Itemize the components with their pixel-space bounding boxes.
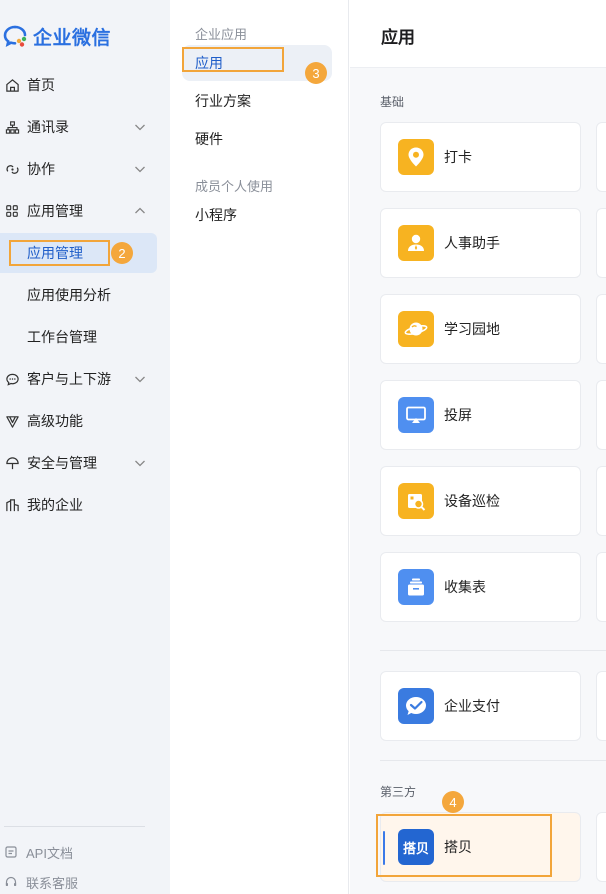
midnav-item-label: 小程序	[195, 207, 237, 223]
collab-icon	[4, 161, 20, 177]
midnav-item-mini-programs[interactable]: 小程序	[182, 197, 332, 233]
app-card-learning-garden[interactable]: 学习园地	[380, 294, 581, 364]
app-card-peek[interactable]	[596, 671, 606, 741]
sidebar-item-label: 高级功能	[27, 413, 83, 429]
secondary-nav: 企业应用 应用 行业方案 硬件 成员个人使用 小程序 3	[170, 0, 349, 894]
umbrella-icon	[4, 455, 20, 471]
device-inspect-icon	[398, 483, 434, 519]
annotation-badge-3: 3	[305, 62, 327, 84]
midnav-group-enterprise-apps: 企业应用	[195, 27, 248, 42]
sidebar-item-contacts[interactable]: 通讯录	[0, 107, 157, 147]
footer-label: 联系客服	[26, 875, 79, 891]
apps-grid-icon	[4, 203, 20, 219]
sidebar-item-security[interactable]: 安全与管理	[0, 443, 157, 483]
sidebar-footer-contact-support[interactable]: 联系客服	[0, 870, 78, 894]
app-card-enterprise-pay[interactable]: 企业支付	[380, 671, 581, 741]
app-name: 企业支付	[444, 698, 500, 714]
chevron-down-icon[interactable]	[133, 162, 147, 176]
app-name: 设备巡检	[444, 493, 500, 509]
logo[interactable]: 企业微信	[2, 22, 111, 50]
sidebar-item-label: 协作	[27, 161, 55, 177]
app-card-device-inspection[interactable]: 设备巡检	[380, 466, 581, 536]
org-chart-icon	[4, 119, 20, 135]
headset-icon	[5, 876, 17, 886]
sidebar-item-label: 应用管理	[27, 203, 83, 219]
sidebar-subitem-workbench-management[interactable]: 工作台管理	[0, 317, 157, 357]
sidebar-item-label: 客户与上下游	[27, 371, 111, 387]
app-card-peek[interactable]	[596, 812, 606, 882]
app-card-hr-assistant[interactable]: 人事助手	[380, 208, 581, 278]
app-card-checkin[interactable]: 打卡	[380, 122, 581, 192]
form-stack-icon	[398, 569, 434, 605]
sidebar-item-label: 工作台管理	[27, 329, 97, 345]
midnav-item-hardware[interactable]: 硬件	[182, 121, 332, 157]
building-icon	[4, 497, 20, 513]
planet-icon	[398, 311, 434, 347]
wecom-logo-icon	[3, 25, 27, 47]
app-card-screen-cast[interactable]: 投屏	[380, 380, 581, 450]
app-card-collection-form[interactable]: 收集表	[380, 552, 581, 622]
sidebar: 企业微信 首页 通讯录 协作 应用管理 应用管理 应用使用分析 工作台管理 客户…	[0, 0, 170, 894]
sidebar-footer-api-docs[interactable]: API文档	[0, 840, 73, 864]
footer-label: API文档	[26, 845, 73, 861]
sidebar-item-label: 首页	[27, 77, 55, 93]
triangle-icon	[4, 413, 20, 429]
screen-cast-icon	[398, 397, 434, 433]
app-name: 投屏	[444, 407, 472, 423]
chevron-down-icon[interactable]	[133, 120, 147, 134]
app-card-peek[interactable]	[596, 380, 606, 450]
app-card-peek[interactable]	[596, 122, 606, 192]
sidebar-item-label: 我的企业	[27, 497, 83, 513]
app-card-peek[interactable]	[596, 466, 606, 536]
midnav-item-label: 行业方案	[195, 93, 251, 109]
sidebar-item-advanced[interactable]: 高级功能	[0, 401, 157, 441]
sidebar-subitem-app-usage-analysis[interactable]: 应用使用分析	[0, 275, 157, 315]
chevron-up-icon[interactable]	[133, 204, 147, 218]
main-header: 应用	[350, 0, 606, 68]
section-label-third-party: 第三方	[380, 785, 417, 799]
person-icon	[398, 225, 434, 261]
sidebar-divider	[4, 826, 145, 827]
sidebar-item-my-enterprise[interactable]: 我的企业	[0, 485, 157, 525]
annotation-box-2	[9, 240, 110, 266]
sidebar-item-home[interactable]: 首页	[0, 65, 157, 105]
page-title: 应用	[381, 28, 415, 47]
app-name: 人事助手	[444, 235, 500, 251]
chat-bubble-icon	[4, 371, 20, 387]
app-card-peek[interactable]	[596, 208, 606, 278]
midnav-group-personal-use: 成员个人使用	[195, 179, 274, 194]
sidebar-item-collab[interactable]: 协作	[0, 149, 157, 189]
sidebar-item-customers[interactable]: 客户与上下游	[0, 359, 157, 399]
annotation-badge-4: 4	[442, 791, 464, 813]
main-content: 应用 基础 打卡 人事助手 学习园地 投屏 设备巡检 收集表 企业支付 第三方 …	[350, 0, 606, 894]
midnav-item-label: 硬件	[195, 131, 223, 147]
app-card-peek[interactable]	[596, 552, 606, 622]
annotation-box-4	[376, 814, 552, 877]
doc-icon	[5, 846, 17, 858]
app-card-peek[interactable]	[596, 294, 606, 364]
app-name: 学习园地	[444, 321, 500, 337]
annotation-box-3	[182, 47, 284, 72]
annotation-badge-2: 2	[111, 242, 133, 264]
midnav-item-industry-solutions[interactable]: 行业方案	[182, 83, 332, 119]
pay-check-icon	[398, 688, 434, 724]
section-divider	[380, 650, 606, 651]
app-title: 企业微信	[33, 27, 112, 49]
app-name: 收集表	[444, 579, 486, 595]
section-label-basic: 基础	[380, 95, 405, 109]
sidebar-item-app-management[interactable]: 应用管理	[0, 191, 157, 231]
chevron-down-icon[interactable]	[133, 456, 147, 470]
section-divider	[380, 760, 606, 761]
sidebar-item-label: 应用使用分析	[27, 287, 111, 303]
app-name: 打卡	[444, 149, 472, 165]
sidebar-item-label: 通讯录	[27, 119, 69, 135]
chevron-down-icon[interactable]	[133, 372, 147, 386]
sidebar-item-label: 安全与管理	[27, 455, 97, 471]
location-pin-icon	[398, 139, 434, 175]
home-icon	[4, 77, 20, 93]
